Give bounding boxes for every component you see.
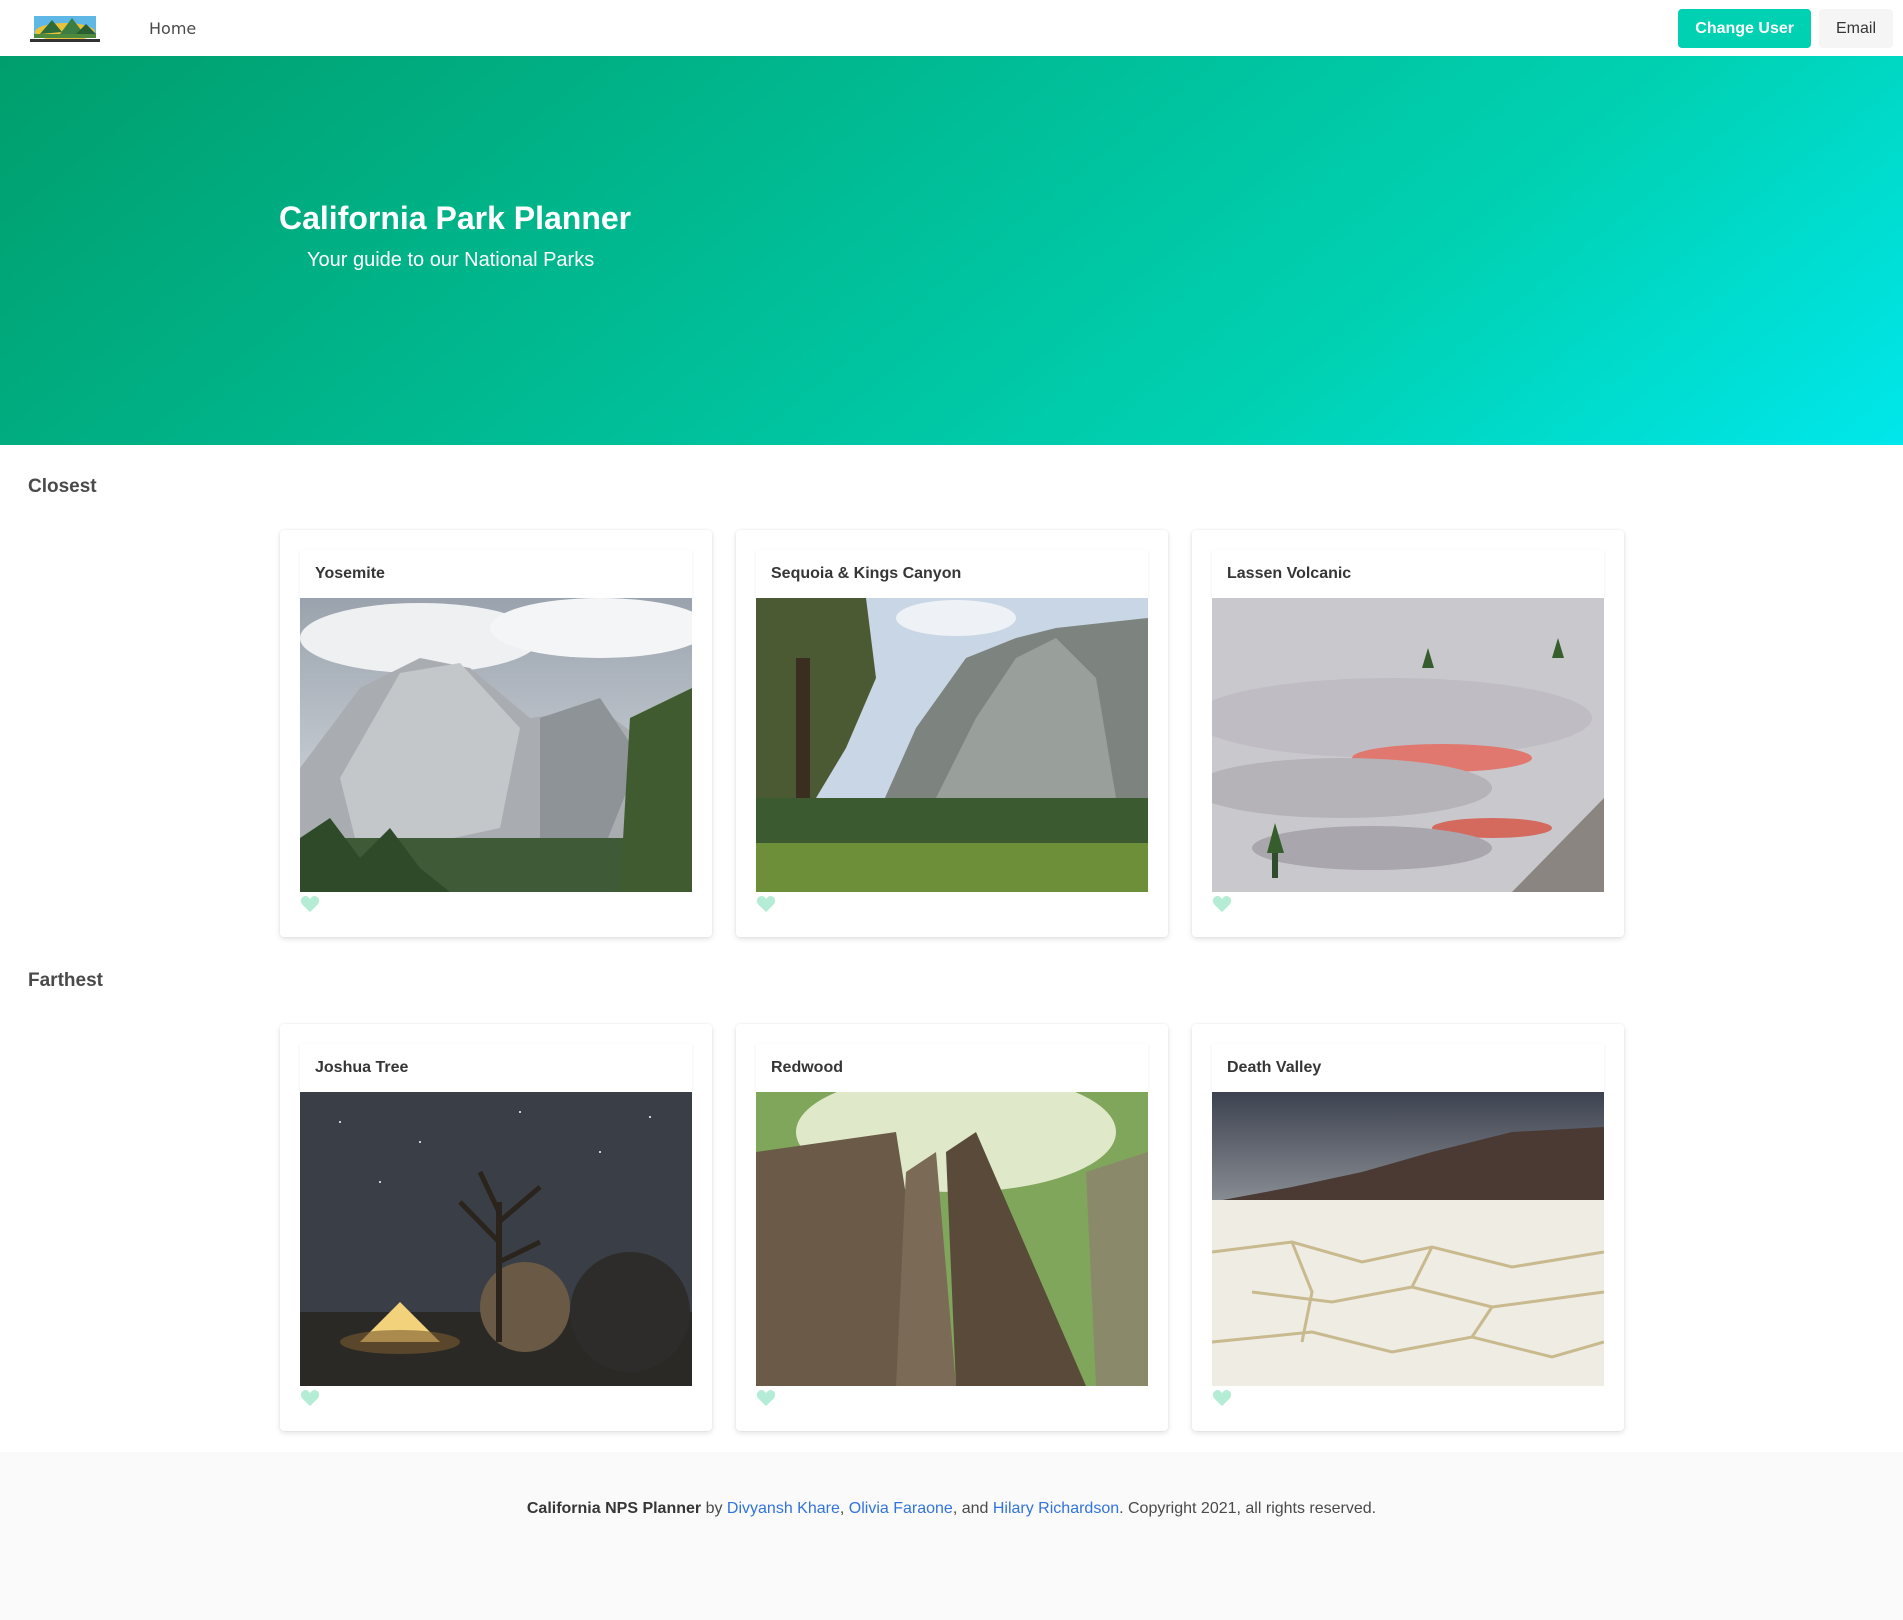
heart-icon[interactable] xyxy=(756,895,776,913)
footer-text: California NPS Planner by Divyansh Khare… xyxy=(0,1500,1903,1518)
footer-copyright: . Copyright 2021, all rights reserved. xyxy=(1119,1500,1377,1517)
author-link-divyansh[interactable]: Divyansh Khare xyxy=(727,1500,840,1517)
heart-icon[interactable] xyxy=(756,1389,776,1407)
park-card-death-valley[interactable]: Death Valley xyxy=(1192,1024,1624,1431)
section-title-closest: Closest xyxy=(28,476,97,497)
park-planner-logo-icon xyxy=(30,16,100,42)
park-image-yosemite xyxy=(300,598,692,892)
park-card-sequoia[interactable]: Sequoia & Kings Canyon xyxy=(736,530,1168,937)
hero-subtitle: Your guide to our National Parks xyxy=(307,249,595,271)
farthest-cards: Joshua Tree Redwood Death Valley xyxy=(280,1024,1624,1431)
park-card-redwood[interactable]: Redwood xyxy=(736,1024,1168,1431)
section-title-farthest: Farthest xyxy=(28,970,103,991)
park-card-joshua-tree[interactable]: Joshua Tree xyxy=(280,1024,712,1431)
park-card-yosemite[interactable]: Yosemite xyxy=(280,530,712,937)
park-card-lassen[interactable]: Lassen Volcanic xyxy=(1192,530,1624,937)
app-logo[interactable] xyxy=(26,12,104,44)
park-card-title: Redwood xyxy=(756,1044,1148,1092)
park-card-title: Joshua Tree xyxy=(300,1044,692,1092)
footer-app-name: California NPS Planner xyxy=(526,1500,702,1517)
park-card-title: Yosemite xyxy=(300,550,692,598)
author-link-olivia[interactable]: Olivia Faraone xyxy=(849,1500,953,1517)
park-image-redwood xyxy=(756,1092,1148,1386)
hero-banner: California Park Planner Your guide to ou… xyxy=(0,56,1903,445)
park-card-title: Lassen Volcanic xyxy=(1212,550,1604,598)
nav-home-link[interactable]: Home xyxy=(149,19,196,38)
park-card-title: Sequoia & Kings Canyon xyxy=(756,550,1148,598)
footer-by: by xyxy=(701,1500,727,1517)
park-image-lassen xyxy=(1212,598,1604,892)
closest-cards: Yosemite Sequoia & Kings Canyon Lassen V… xyxy=(280,530,1624,937)
park-image-joshua-tree xyxy=(300,1092,692,1386)
change-user-button[interactable]: Change User xyxy=(1678,9,1811,48)
park-image-sequoia xyxy=(756,598,1148,892)
heart-icon[interactable] xyxy=(1212,1389,1232,1407)
footer-sep: , xyxy=(839,1500,849,1517)
heart-icon[interactable] xyxy=(1212,895,1232,913)
nav-actions: Change User Email xyxy=(1678,9,1893,48)
footer: California NPS Planner by Divyansh Khare… xyxy=(0,1452,1903,1620)
heart-icon[interactable] xyxy=(300,895,320,913)
hero-title: California Park Planner xyxy=(279,200,632,236)
heart-icon[interactable] xyxy=(300,1389,320,1407)
park-card-title: Death Valley xyxy=(1212,1044,1604,1092)
park-image-death-valley xyxy=(1212,1092,1604,1386)
email-button[interactable]: Email xyxy=(1818,9,1893,48)
author-link-hilary[interactable]: Hilary Richardson xyxy=(993,1500,1119,1517)
footer-sep: , and xyxy=(952,1500,993,1517)
navbar: Home Change User Email xyxy=(0,0,1903,56)
